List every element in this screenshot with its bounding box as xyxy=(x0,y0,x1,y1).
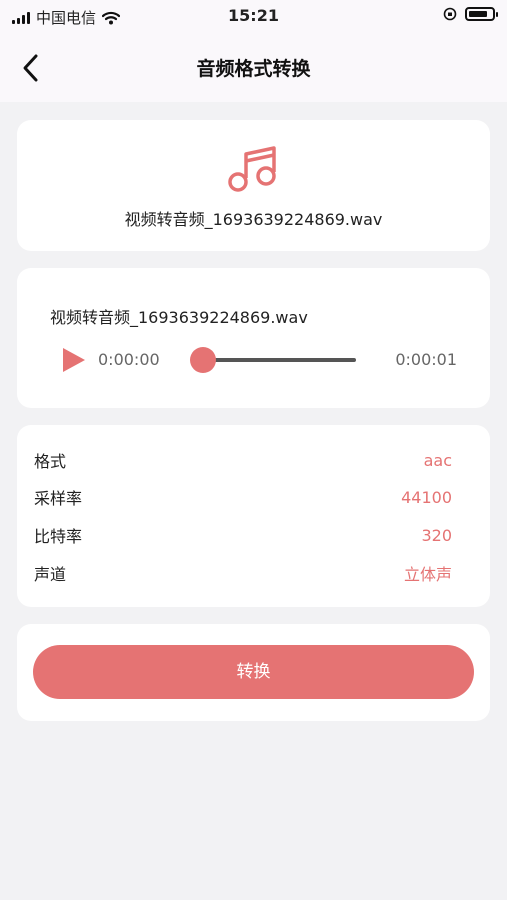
progress-slider[interactable] xyxy=(190,345,356,375)
setting-value: 320 xyxy=(421,525,452,545)
setting-label: 采样率 xyxy=(34,489,83,508)
total-time: 0:00:01 xyxy=(395,350,457,369)
slider-track xyxy=(203,358,356,362)
setting-value: 44100 xyxy=(401,487,452,507)
setting-value: aac xyxy=(423,450,452,470)
setting-label: 格式 xyxy=(34,452,67,471)
setting-row-channel[interactable]: 声道 立体声 xyxy=(34,558,452,588)
slider-thumb[interactable] xyxy=(190,347,216,373)
player-card: 视频转音频_1693639224869.wav 0:00:00 0:00:01 xyxy=(17,268,490,408)
status-right xyxy=(443,7,498,21)
setting-label: 声道 xyxy=(34,565,67,584)
action-card: 转换 xyxy=(17,624,490,721)
setting-row-sample-rate[interactable]: 采样率 44100 xyxy=(34,482,452,512)
battery-fill xyxy=(469,11,487,17)
file-card: 视频转音频_1693639224869.wav xyxy=(17,120,490,251)
music-note-icon xyxy=(228,146,276,192)
player-file-name: 视频转音频_1693639224869.wav xyxy=(50,308,308,327)
setting-row-format[interactable]: 格式 aac xyxy=(34,445,452,475)
current-time: 0:00:00 xyxy=(98,350,160,369)
setting-value: 立体声 xyxy=(403,565,452,584)
settings-card: 格式 aac 采样率 44100 比特率 320 声道 立体声 xyxy=(17,425,490,607)
status-time: 15:21 xyxy=(228,6,279,25)
setting-label: 比特率 xyxy=(34,527,83,546)
file-name: 视频转音频_1693639224869.wav xyxy=(124,210,383,229)
nav-bar: 音频格式转换 xyxy=(0,32,507,102)
convert-button[interactable]: 转换 xyxy=(33,645,474,699)
play-icon xyxy=(63,348,85,372)
play-button[interactable] xyxy=(61,346,87,374)
status-bar: 中国电信 15:21 xyxy=(0,0,507,32)
orientation-lock-icon xyxy=(443,7,457,21)
battery-icon xyxy=(465,7,498,21)
page-title: 音频格式转换 xyxy=(196,58,311,80)
setting-row-bitrate[interactable]: 比特率 320 xyxy=(34,520,452,550)
